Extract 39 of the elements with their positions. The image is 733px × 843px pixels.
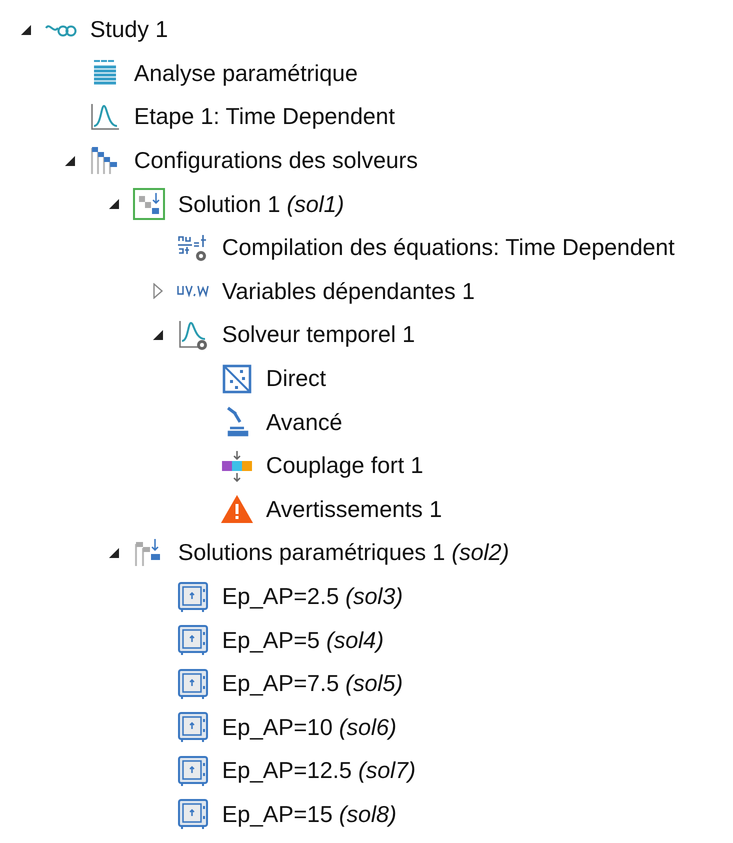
expand-triangle-icon[interactable] bbox=[153, 283, 163, 300]
safe-icon bbox=[177, 580, 209, 613]
collapse-triangle-icon[interactable] bbox=[20, 24, 32, 36]
tree-item-label[interactable]: Solutions paramétriques 1 (sol2) bbox=[178, 539, 510, 566]
collapse-triangle-icon[interactable] bbox=[152, 328, 164, 341]
tree-item-label[interactable]: Direct bbox=[266, 365, 326, 392]
safe-icon bbox=[177, 754, 209, 787]
tree-item-label[interactable]: Variables dépendantes 1 bbox=[222, 278, 475, 305]
coupling-icon bbox=[220, 450, 254, 482]
collapse-triangle-icon[interactable] bbox=[108, 546, 120, 559]
safe-icon bbox=[177, 624, 209, 656]
solution-icon bbox=[133, 188, 165, 220]
graph-gear-icon bbox=[177, 318, 209, 351]
tree-item-label[interactable]: Ep_AP=5 (sol4) bbox=[222, 626, 384, 654]
safe-icon bbox=[177, 798, 209, 830]
collapse-triangle-icon[interactable] bbox=[108, 198, 120, 210]
safe-icon bbox=[177, 668, 209, 700]
tree-item-label[interactable]: Solution 1 (sol1) bbox=[178, 190, 344, 218]
matrix-icon bbox=[222, 364, 252, 394]
tree-item-label[interactable]: Etape 1: Time Dependent bbox=[134, 103, 395, 130]
tree-item-label[interactable]: Analyse paramétrique bbox=[134, 60, 358, 87]
safe-icon bbox=[177, 711, 209, 744]
tree-item-label[interactable]: Configurations des solveurs bbox=[134, 147, 418, 174]
variables-icon bbox=[176, 284, 210, 298]
tree-item-label[interactable]: Study 1 bbox=[90, 16, 168, 44]
collapse-triangle-icon[interactable] bbox=[64, 154, 76, 167]
tree-item-label[interactable]: Ep_AP=10 (sol6) bbox=[222, 714, 397, 741]
tree-item-label[interactable]: Ep_AP=15 (sol8) bbox=[222, 800, 397, 828]
tree-item-label[interactable]: Avertissements 1 bbox=[266, 496, 442, 523]
tree-item-label[interactable]: Ep_AP=7.5 (sol5) bbox=[222, 670, 403, 698]
tree-item-label[interactable]: Solveur temporel 1 bbox=[222, 321, 416, 348]
graph-icon bbox=[89, 102, 121, 132]
tree-item-label[interactable]: Compilation des équations: Time Dependent bbox=[222, 234, 675, 262]
tree-item-label[interactable]: Avancé bbox=[266, 408, 342, 436]
tree-item-label[interactable]: Ep_AP=2.5 (sol3) bbox=[222, 583, 403, 610]
warning-icon bbox=[220, 494, 254, 524]
tree-item-label[interactable]: Couplage fort 1 bbox=[266, 452, 424, 480]
table-icon bbox=[91, 59, 119, 88]
tree-item-label[interactable]: Ep_AP=12.5 (sol7) bbox=[222, 757, 416, 784]
